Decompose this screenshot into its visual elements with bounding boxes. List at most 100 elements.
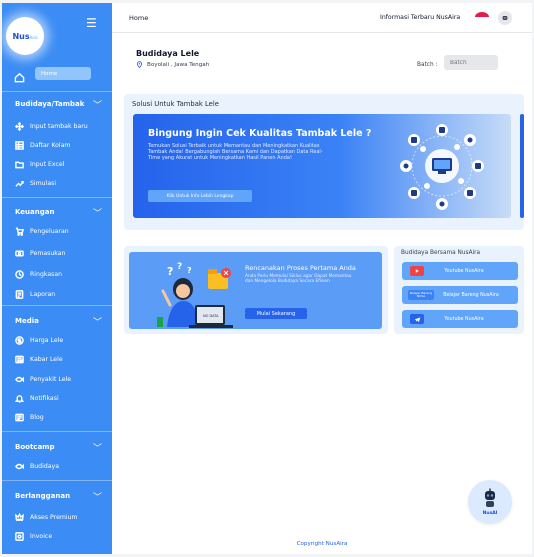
sidebar-divider [2, 91, 112, 92]
list-icon [14, 140, 24, 150]
iot-devices-illustration [400, 124, 484, 210]
location-pin-icon [136, 61, 143, 68]
plan-banner: ? ? ? NO DATA Rencanakan Proses Pertama … [129, 252, 382, 329]
robot-icon [485, 488, 495, 507]
latest-info-link[interactable]: Informasi Terbaru NusAira [380, 14, 460, 21]
page-title: Budidaya Lele [136, 49, 200, 58]
community-section: Budidaya Bersama NusAira Youtube NusAira… [394, 246, 524, 334]
plan-text: Anda Perlu Memulai Siklus agar Dapat Mem… [245, 274, 352, 284]
chevron-down-icon: ﹀ [92, 492, 102, 503]
cart-icon [14, 226, 24, 236]
sidebar-section-budidaya[interactable]: Budidaya/Tambak ﹀ [2, 96, 112, 112]
sidebar-item-invoice[interactable]: Invoice [2, 528, 112, 544]
blog-icon [14, 412, 24, 422]
sidebar-divider [2, 305, 112, 306]
section-title: Solusi Untuk Tambak Lele [132, 100, 219, 108]
sidebar-section-title: Budidaya/Tambak [15, 100, 85, 108]
sidebar-item-home[interactable]: Home [35, 67, 91, 80]
sidebar-item-pemasukan[interactable]: Pemasukan [2, 245, 112, 261]
hamburger-menu-icon[interactable]: ☰ [86, 17, 97, 29]
sidebar-item-label: Input Excel [30, 160, 65, 168]
sidebar-section-bootcamp[interactable]: Bootcamp ﹀ [2, 439, 112, 455]
sidebar-section-keuangan[interactable]: Keuangan ﹀ [2, 204, 112, 220]
sidebar-item-label: Pemasukan [30, 249, 66, 257]
sidebar-item-input-tambak[interactable]: Input tambak baru [2, 118, 112, 134]
link-label: Youtube NusAira [444, 268, 484, 274]
sidebar-item-label: Notifikasi [30, 394, 59, 402]
start-now-button[interactable]: Mulai Sekarang [245, 308, 307, 319]
avatar[interactable] [498, 11, 512, 25]
chatbot-label: NusAI [482, 511, 498, 516]
svg-text:?: ? [187, 266, 192, 275]
sidebar-item-kabar-lele[interactable]: Kabar Lele [2, 351, 112, 367]
chevron-down-icon: ﹀ [92, 100, 102, 111]
batch-select[interactable] [444, 55, 498, 70]
price-tag-icon [14, 335, 24, 345]
folder-icon [14, 159, 24, 169]
invoice-icon [14, 531, 24, 541]
sidebar-divider [2, 480, 112, 481]
breadcrumb-home[interactable]: Home [129, 14, 148, 22]
more-info-button[interactable]: Klik Untuk Info Lebih Lengkap [148, 190, 252, 202]
sidebar-item-input-excel[interactable]: Input Excel [2, 156, 112, 172]
sidebar-item-daftar-kolam[interactable]: Daftar Kolam [2, 137, 112, 153]
batch-label: Batch : [417, 62, 438, 68]
belajar-bareng-link[interactable]: Belajar Bareng NUSA Belajar Bareng NusAi… [402, 286, 518, 304]
clock-icon [14, 269, 24, 279]
fish-icon [14, 374, 24, 384]
sidebar-item-label: Input tambak baru [30, 122, 88, 130]
laptop-screen-label: NO DATA [203, 314, 219, 318]
sidebar-item-label: Simulasi [30, 179, 57, 187]
sidebar-item-harga-lele[interactable]: Harga Lele [2, 332, 112, 348]
chevron-down-icon: ﹀ [92, 317, 102, 328]
fish-icon [14, 461, 24, 471]
sidebar-item-label: Penyakit Lele [30, 375, 72, 383]
logo[interactable]: NusAira [6, 17, 44, 55]
sidebar-item-simulasi[interactable]: Simulasi [2, 175, 112, 191]
telegram-link[interactable]: Youtube NusAira [402, 310, 518, 328]
sidebar-section-berlangganan[interactable]: Berlangganan ﹀ [2, 488, 112, 504]
sidebar-section-title: Keuangan [15, 208, 55, 216]
trend-icon [14, 178, 24, 188]
sidebar-item-notifikasi[interactable]: Notifikasi [2, 390, 112, 406]
indonesia-flag-icon[interactable] [475, 12, 489, 22]
promo-banner: Bingung Ingin Cek Kualitas Tambak Lele ?… [133, 114, 511, 218]
carousel-next-slide[interactable] [520, 114, 524, 218]
sidebar-item-blog[interactable]: Blog [2, 409, 112, 425]
sidebar-item-penyakit-lele[interactable]: Penyakit Lele [2, 371, 112, 387]
link-label: Belajar Bareng NusAira [443, 292, 499, 298]
sidebar-section-media[interactable]: Media ﹀ [2, 313, 112, 329]
confused-person-illustration: ? ? ? NO DATA [157, 262, 233, 328]
logo-main-text: Nus [12, 31, 30, 41]
sidebar-item-label: Harga Lele [30, 336, 64, 344]
plan-section: ? ? ? NO DATA Rencanakan Proses Pertama … [124, 246, 388, 334]
sidebar-item-label: Home [41, 70, 58, 77]
sidebar-item-akses-premium[interactable]: Akses Premium [2, 509, 112, 525]
news-icon [14, 354, 24, 364]
sidebar-section-title: Bootcamp [15, 443, 55, 451]
youtube-link[interactable]: Youtube NusAira [402, 262, 518, 280]
svg-text:?: ? [167, 265, 173, 278]
link-label: Youtube NusAira [444, 316, 484, 322]
chatbot-button[interactable]: NusAI [468, 480, 512, 524]
sidebar-divider [2, 197, 112, 198]
sidebar-item-ringkasan[interactable]: Ringkasan [2, 266, 112, 282]
sidebar-item-label: Akses Premium [30, 513, 78, 521]
sidebar-item-label: Ringkasan [30, 270, 63, 278]
money-icon [14, 248, 24, 258]
sidebar-item-label: Pengeluaran [30, 227, 69, 235]
location-text: Boyolali , Jawa Tengah [147, 61, 210, 68]
sidebar-item-laporan[interactable]: Laporan [2, 286, 112, 302]
sidebar-item-pengeluaran[interactable]: Pengeluaran [2, 223, 112, 239]
location-info: Boyolali , Jawa Tengah [136, 61, 209, 68]
plan-heading: Rencanakan Proses Pertama Anda [245, 264, 356, 272]
sidebar-item-label: Blog [30, 413, 44, 421]
sidebar: NusAira ☰ Home Budidaya/Tambak ﹀ Input t… [2, 3, 112, 554]
app-frame: NusAira ☰ Home Budidaya/Tambak ﹀ Input t… [2, 3, 532, 554]
sidebar-section-title: Media [15, 317, 39, 325]
sidebar-item-bootcamp-budidaya[interactable]: Budidaya [2, 458, 112, 474]
robot-avatar-icon [502, 16, 508, 20]
banner-heading: Bingung Ingin Cek Kualitas Tambak Lele ? [148, 128, 372, 139]
chevron-down-icon: ﹀ [92, 443, 102, 454]
report-icon [14, 289, 24, 299]
